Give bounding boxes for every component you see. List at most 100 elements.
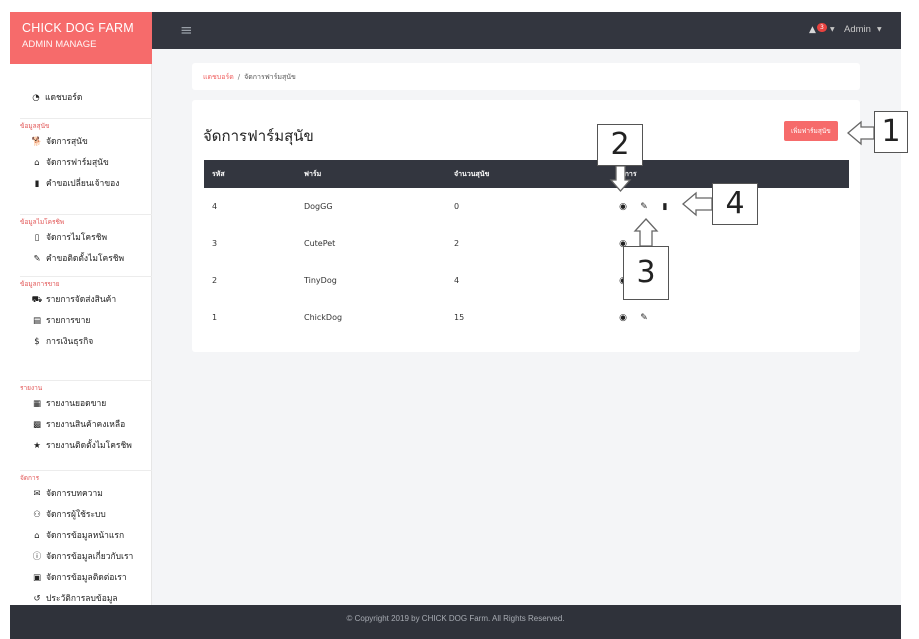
brand[interactable]: CHICK DOG FARM ADMIN MANAGE	[10, 12, 152, 64]
topbar: ≡ ▲ 3 ▼ Admin ▼	[152, 12, 901, 49]
sidebar-section-heading: ข้อมูลการขาย	[20, 276, 152, 290]
cell-farm: TinyDog	[304, 276, 337, 285]
envelope-icon: ✉	[33, 489, 41, 499]
breadcrumb-home-link[interactable]: แดชบอร์ด	[203, 73, 234, 81]
sidebar-item[interactable]: $ การเงินธุรกิจ	[10, 332, 152, 353]
cell-count: 0	[454, 202, 460, 211]
sidebar-item[interactable]: ✉ จัดการบทความ	[10, 484, 152, 505]
table-row: 1 ChickDog 15 ◉ ✎	[204, 299, 849, 336]
trash-icon[interactable]: ▮	[658, 202, 672, 212]
sidebar-item[interactable]: 🐕 จัดการสุนัข	[10, 132, 152, 153]
sidebar-item-label: จัดการไมโครชิพ	[46, 233, 108, 243]
sidebar-item-label: จัดการบทความ	[46, 489, 103, 499]
file-icon: ▦	[32, 399, 42, 409]
cell-id: 4	[212, 202, 218, 211]
sidebar-item[interactable]: ▯ จัดการไมโครชิพ	[10, 228, 152, 249]
cell-count: 2	[454, 239, 460, 248]
sidebar-item-label: จัดการฟาร์มสุนัข	[46, 158, 109, 168]
sidebar-item[interactable]: ⌂ จัดการฟาร์มสุนัข	[10, 153, 152, 174]
table-row: 4 DogGG 0 ◉ ✎ ▮	[204, 188, 849, 225]
cell-farm: DogGG	[304, 202, 333, 211]
cell-farm: CutePet	[304, 239, 336, 248]
sidebar-section: จัดการ ✉ จัดการบทความ ⚇ จัดการผู้ใช้ระบบ ⌂ จัด…	[10, 470, 152, 610]
table-header-row: รหัส ฟาร์ม จำนวนสุนัข จัดการ	[204, 160, 849, 188]
cell-actions: ◉ ✎	[608, 262, 849, 299]
sidebar-item-label: จัดการข้อมูลเกี่ยวกับเรา	[46, 552, 134, 562]
farm-management-card: จัดการฟาร์มสุนัข เพิ่มฟาร์มสุนัข รหัส ฟา…	[192, 100, 860, 352]
sidebar-item-label: ประวัติการลบข้อมูล	[46, 594, 118, 604]
sidebar-section-heading: จัดการ	[20, 470, 152, 484]
cell-id: 2	[212, 276, 218, 285]
sidebar-item[interactable]: ⌂ จัดการข้อมูลหน้าแรก	[10, 526, 152, 547]
sidebar-section: ข้อมูลสุนัข 🐕 จัดการสุนัข ⌂ จัดการฟาร์มสุนัข…	[10, 118, 152, 195]
sidebar-item[interactable]: ▣ จัดการข้อมูลติดต่อเรา	[10, 568, 152, 589]
chevron-down-icon[interactable]: ▼	[877, 26, 882, 33]
cash-register-icon: ▤	[32, 316, 42, 326]
sidebar-item[interactable]: ★ รายงานติดตั้งไมโครชิพ	[10, 436, 152, 457]
farm-table: รหัส ฟาร์ม จำนวนสุนัข จัดการ 4 DogGG 0 ◉ ✎ ▮ 3…	[204, 160, 849, 336]
pen-icon: ✎	[33, 254, 41, 264]
table-row: 2 TinyDog 4 ◉ ✎	[204, 262, 849, 299]
edit-icon[interactable]: ✎	[637, 313, 651, 323]
sidebar-item-label: รายงานสินค้าคงเหลือ	[46, 420, 126, 430]
menu-toggle-icon[interactable]: ≡	[180, 23, 193, 38]
cell-count: 15	[454, 313, 465, 322]
sidebar-item[interactable]: ▦ รายงานยอดขาย	[10, 394, 152, 415]
sidebar-item-label: การเงินธุรกิจ	[46, 337, 94, 347]
sidebar-section: ข้อมูลไมโครชิพ ▯ จัดการไมโครชิพ ✎ คำขอติดตั้…	[10, 214, 152, 270]
star-icon: ★	[33, 441, 41, 451]
sidebar-item[interactable]: ▩ รายงานสินค้าคงเหลือ	[10, 415, 152, 436]
view-eye-icon[interactable]: ◉	[616, 276, 630, 286]
sidebar-item[interactable]: ⓘ จัดการข้อมูลเกี่ยวกับเรา	[10, 547, 152, 568]
info-circle-icon: ⓘ	[32, 552, 42, 562]
sidebar-item[interactable]: ⛟ รายการจัดส่งสินค้า	[10, 290, 152, 311]
sidebar-item[interactable]: ▮ คำขอเปลี่ยนเจ้าของ	[10, 174, 152, 195]
table-row: 3 CutePet 2 ◉ ✎	[204, 225, 849, 262]
chevron-down-icon[interactable]: ▼	[830, 26, 835, 33]
view-eye-icon[interactable]: ◉	[616, 239, 630, 249]
cell-actions: ◉ ✎ ▮	[608, 188, 849, 225]
sidebar: ◔ แดชบอร์ด ข้อมูลสุนัข 🐕 จัดการสุนัข ⌂ จัดการ…	[10, 64, 152, 605]
sidebar-item-label: จัดการสุนัข	[46, 137, 88, 147]
view-eye-icon[interactable]: ◉	[616, 313, 630, 323]
cell-actions: ◉ ✎	[608, 299, 849, 336]
brand-title: CHICK DOG FARM	[22, 21, 134, 35]
column-header-id: รหัส	[204, 160, 296, 188]
sidebar-item-dashboard[interactable]: ◔ แดชบอร์ด	[30, 90, 82, 104]
sidebar-item-label: จัดการข้อมูลติดต่อเรา	[46, 573, 127, 583]
sidebar-item[interactable]: ✎ คำขอติดตั้งไมโครชิพ	[10, 249, 152, 270]
bell-icon[interactable]: ▲	[809, 25, 816, 35]
sidebar-item-label: รายการจัดส่งสินค้า	[46, 295, 117, 305]
address-card-icon: ▣	[32, 573, 42, 583]
cell-farm: ChickDog	[304, 313, 343, 322]
brand-subtitle: ADMIN MANAGE	[22, 39, 97, 50]
breadcrumb: แดชบอร์ด / จัดการฟาร์มสุนัข	[192, 63, 860, 90]
home-icon: ⌂	[34, 531, 40, 541]
sim-card-icon: ▯	[34, 233, 40, 243]
dog-icon: 🐕	[31, 137, 43, 147]
page-title: จัดการฟาร์มสุนัข	[203, 127, 314, 145]
cell-id: 3	[212, 239, 218, 248]
notification-badge: 3	[817, 23, 827, 32]
boxes-icon: ▩	[32, 420, 42, 430]
cell-count: 4	[454, 276, 460, 285]
sidebar-section: รายงาน ▦ รายงานยอดขาย ▩ รายงานสินค้าคงเหลือ ★…	[10, 380, 152, 457]
dollar-icon: $	[34, 337, 40, 347]
sidebar-section-heading: ข้อมูลสุนัข	[20, 118, 152, 132]
sidebar-item[interactable]: ▤ รายการขาย	[10, 311, 152, 332]
sidebar-item-label: รายงานยอดขาย	[46, 399, 107, 409]
sidebar-item-label: จัดการข้อมูลหน้าแรก	[46, 531, 125, 541]
truck-icon: ⛟	[31, 295, 43, 305]
sidebar-item[interactable]: ⚇ จัดการผู้ใช้ระบบ	[10, 505, 152, 526]
bookmark-icon: ▮	[34, 179, 40, 189]
sidebar-section-heading: รายงาน	[20, 380, 152, 394]
cell-id: 1	[212, 313, 218, 322]
edit-icon[interactable]: ✎	[637, 276, 651, 286]
edit-icon[interactable]: ✎	[637, 202, 651, 212]
add-farm-button[interactable]: เพิ่มฟาร์มสุนัข	[784, 121, 838, 141]
user-menu[interactable]: Admin	[844, 24, 871, 35]
edit-icon[interactable]: ✎	[637, 239, 651, 249]
column-header-dog-count: จำนวนสุนัข	[446, 160, 608, 188]
sidebar-item-label: คำขอเปลี่ยนเจ้าของ	[46, 179, 120, 189]
view-eye-icon[interactable]: ◉	[616, 202, 630, 212]
